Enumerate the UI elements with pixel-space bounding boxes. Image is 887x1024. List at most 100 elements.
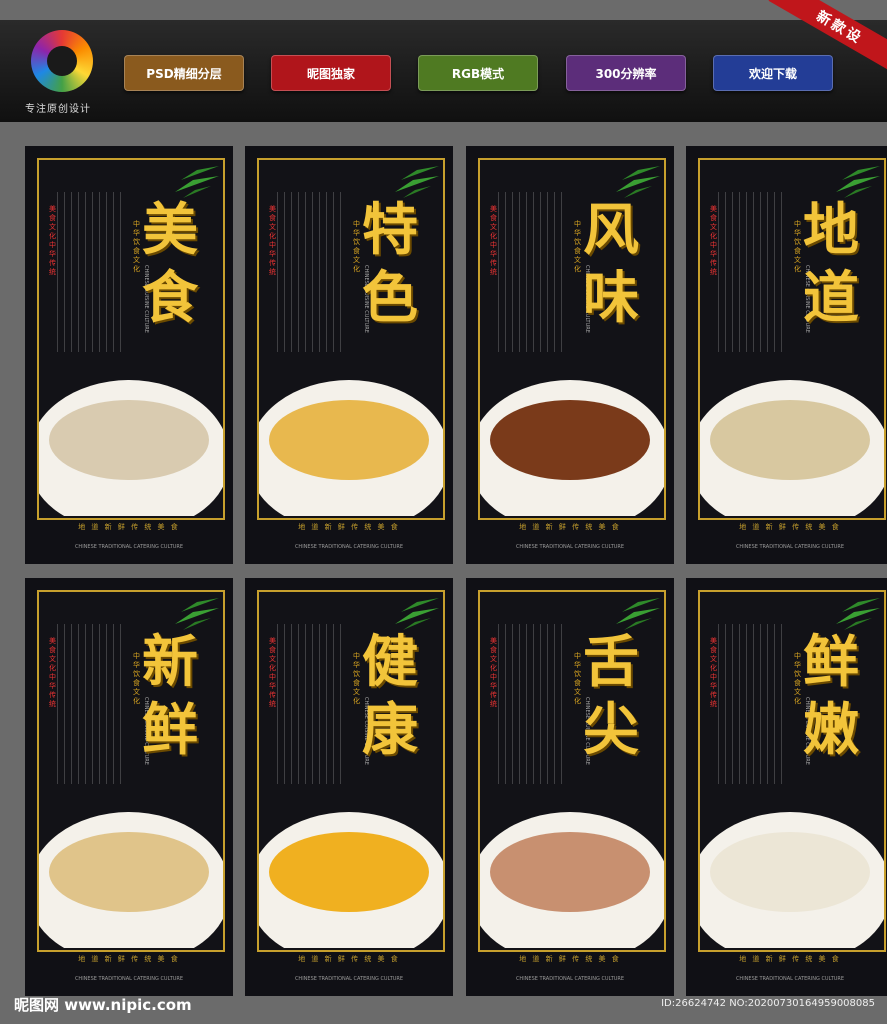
poster-2[interactable]: 美食文化中华传统 中华饮食文化 CHINESE CUISINE CULTURE 特色地… — [245, 146, 453, 564]
slogan: 地 道 新 鲜 传 统 美 食 — [739, 955, 841, 963]
title-char-2: 味 — [583, 265, 639, 331]
red-seal-label: 美食文化中华传统 — [710, 637, 717, 708]
poster-body-text — [277, 192, 347, 352]
corner-ornament-icon — [37, 590, 57, 610]
title-char-1: 美 — [142, 197, 198, 263]
slogan: 地 道 新 鲜 传 统 美 食 — [78, 955, 180, 963]
food-photo — [700, 792, 884, 948]
soup — [49, 400, 209, 480]
title-char-1: 风 — [583, 197, 639, 263]
red-seal-label: 美食文化中华传统 — [710, 205, 717, 276]
logo-text: 专注原创设计 — [25, 104, 91, 115]
title-char-2: 康 — [362, 697, 418, 763]
food-photo — [259, 792, 443, 948]
poster-7[interactable]: 美食文化中华传统 中华饮食文化 CHINESE CUISINE CULTURE 舌尖地… — [466, 578, 674, 996]
slogan-english: CHINESE TRADITIONAL CATERING CULTURE — [294, 976, 404, 982]
title-char-2: 色 — [362, 265, 418, 331]
soup — [490, 400, 650, 480]
corner-ornament-icon — [698, 590, 718, 610]
poster-title: 地道 — [786, 196, 876, 332]
slogan-english: CHINESE TRADITIONAL CATERING CULTURE — [74, 976, 184, 982]
title-char-1: 鲜 — [803, 629, 859, 695]
slogan-english: CHINESE TRADITIONAL CATERING CULTURE — [74, 544, 184, 550]
badge-psd[interactable]: PSD精细分层 — [124, 55, 244, 91]
poster-4[interactable]: 美食文化中华传统 中华饮食文化 CHINESE CUISINE CULTURE 地道地… — [686, 146, 887, 564]
title-char-2: 食 — [142, 265, 198, 331]
title-char-2: 鲜 — [142, 697, 198, 763]
watermark-left: 昵图网 www.nipic.com — [14, 996, 192, 1014]
poster-body-text — [57, 624, 127, 784]
slogan: 地 道 新 鲜 传 统 美 食 — [519, 955, 621, 963]
title-char-2: 尖 — [583, 697, 639, 763]
poster-body-text — [498, 624, 568, 784]
poster-frame: 美食文化中华传统 中华饮食文化 CHINESE CUISINE CULTURE 新鲜 — [37, 590, 225, 952]
poster-frame: 美食文化中华传统 中华饮食文化 CHINESE CUISINE CULTURE 健康 — [257, 590, 445, 952]
slogan: 地 道 新 鲜 传 统 美 食 — [78, 523, 180, 531]
poster-body-text — [57, 192, 127, 352]
poster-frame: 美食文化中华传统 中华饮食文化 CHINESE CUISINE CULTURE 美食 — [37, 158, 225, 520]
slogan-english: CHINESE TRADITIONAL CATERING CULTURE — [735, 544, 845, 550]
badge-resolution[interactable]: 300分辨率 — [566, 55, 686, 91]
food-photo — [259, 360, 443, 516]
red-seal-label: 美食文化中华传统 — [269, 637, 276, 708]
corner-ornament-icon — [257, 590, 277, 610]
food-photo — [480, 360, 664, 516]
poster-frame: 美食文化中华传统 中华饮食文化 CHINESE CUISINE CULTURE 舌尖 — [478, 590, 666, 952]
slogan: 地 道 新 鲜 传 统 美 食 — [519, 523, 621, 531]
slogan-english: CHINESE TRADITIONAL CATERING CULTURE — [515, 976, 625, 982]
red-seal-label: 美食文化中华传统 — [269, 205, 276, 276]
corner-ornament-icon — [478, 590, 498, 610]
poster-5[interactable]: 美食文化中华传统 中华饮食文化 CHINESE CUISINE CULTURE 新鲜地… — [25, 578, 233, 996]
red-seal-label: 美食文化中华传统 — [49, 205, 56, 276]
red-seal-label: 美食文化中华传统 — [490, 205, 497, 276]
soup — [710, 400, 870, 480]
slogan: 地 道 新 鲜 传 统 美 食 — [739, 523, 841, 531]
poster-frame: 美食文化中华传统 中华饮食文化 CHINESE CUISINE CULTURE 鲜嫩 — [698, 590, 886, 952]
soup — [269, 832, 429, 912]
poster-title: 新鲜 — [125, 628, 215, 764]
poster-title: 特色 — [345, 196, 435, 332]
poster-3[interactable]: 美食文化中华传统 中华饮食文化 CHINESE CUISINE CULTURE 风味地… — [466, 146, 674, 564]
poster-title: 鲜嫩 — [786, 628, 876, 764]
title-char-1: 新 — [142, 629, 198, 695]
food-photo — [39, 792, 223, 948]
slogan-english: CHINESE TRADITIONAL CATERING CULTURE — [735, 976, 845, 982]
poster-frame: 美食文化中华传统 中华饮食文化 CHINESE CUISINE CULTURE 特色 — [257, 158, 445, 520]
badge-rgb[interactable]: RGB模式 — [418, 55, 538, 91]
poster-title: 健康 — [345, 628, 435, 764]
title-char-1: 舌 — [583, 629, 639, 695]
red-seal-label: 美食文化中华传统 — [490, 637, 497, 708]
soup — [49, 832, 209, 912]
title-char-1: 地 — [803, 197, 859, 263]
poster-frame: 美食文化中华传统 中华饮食文化 CHINESE CUISINE CULTURE 地道 — [698, 158, 886, 520]
logo-icon — [31, 30, 93, 92]
poster-frame: 美食文化中华传统 中华饮食文化 CHINESE CUISINE CULTURE 风味 — [478, 158, 666, 520]
food-photo — [700, 360, 884, 516]
corner-ornament-icon — [698, 158, 718, 178]
poster-body-text — [718, 192, 788, 352]
poster-8[interactable]: 美食文化中华传统 中华饮食文化 CHINESE CUISINE CULTURE 鲜嫩地… — [686, 578, 887, 996]
slogan: 地 道 新 鲜 传 统 美 食 — [298, 955, 400, 963]
slogan: 地 道 新 鲜 传 统 美 食 — [298, 523, 400, 531]
title-char-1: 特 — [362, 197, 418, 263]
poster-1[interactable]: 美食文化中华传统 中华饮食文化 CHINESE CUISINE CULTURE 美食地… — [25, 146, 233, 564]
poster-title: 舌尖 — [566, 628, 656, 764]
red-seal-label: 美食文化中华传统 — [49, 637, 56, 708]
poster-6[interactable]: 美食文化中华传统 中华饮食文化 CHINESE CUISINE CULTURE 健康地… — [245, 578, 453, 996]
poster-title: 美食 — [125, 196, 215, 332]
food-photo — [39, 360, 223, 516]
title-char-2: 道 — [803, 265, 859, 331]
corner-ornament-icon — [37, 158, 57, 178]
badge-exclusive[interactable]: 昵图独家 — [271, 55, 391, 91]
badge-download[interactable]: 欢迎下载 — [713, 55, 833, 91]
soup — [710, 832, 870, 912]
corner-ornament-icon — [257, 158, 277, 178]
soup — [490, 832, 650, 912]
watermark-right: ID:26624742 NO:20200730164959008085 — [661, 998, 875, 1009]
poster-body-text — [277, 624, 347, 784]
soup — [269, 400, 429, 480]
poster-body-text — [498, 192, 568, 352]
poster-body-text — [718, 624, 788, 784]
title-char-1: 健 — [362, 629, 418, 695]
food-photo — [480, 792, 664, 948]
